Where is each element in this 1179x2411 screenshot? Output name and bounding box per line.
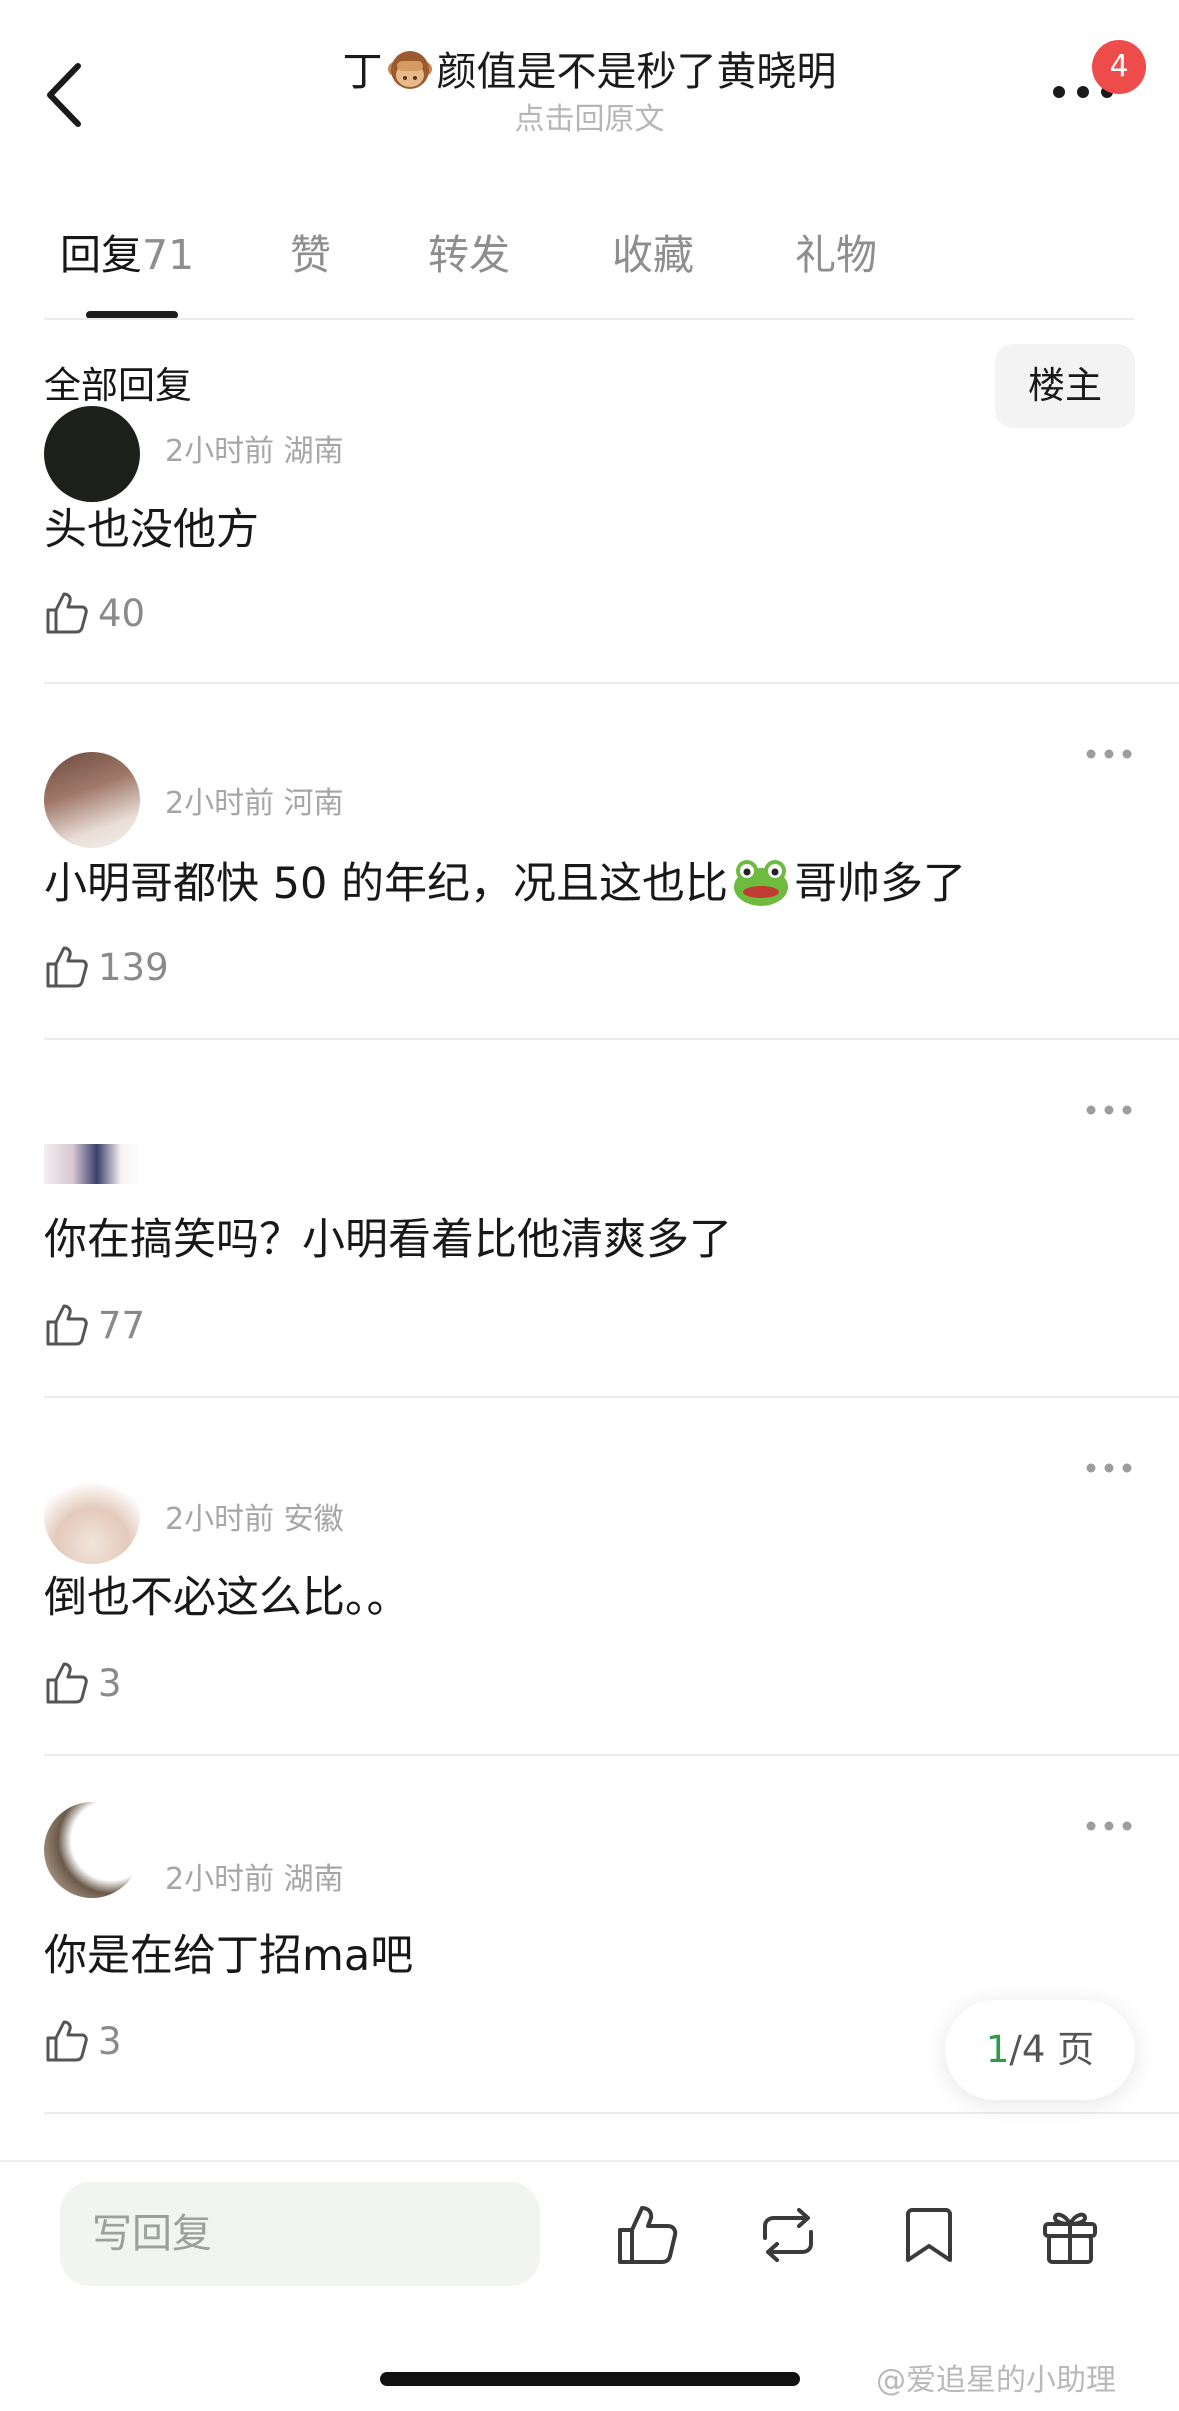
comment-item: 2小时前 湖南 头也没他方 40	[0, 406, 1179, 680]
tab-reposts[interactable]: 转发	[428, 220, 510, 290]
comment-more-button[interactable]	[1085, 1100, 1133, 1120]
avatar[interactable]	[44, 1468, 140, 1564]
comment-more-button[interactable]	[1085, 1816, 1133, 1836]
back-to-original-link[interactable]: 点击回原文	[0, 100, 1179, 140]
thumbs-up-icon	[46, 946, 88, 988]
tab-replies[interactable]: 回复71	[60, 220, 194, 290]
home-indicator[interactable]	[380, 2372, 800, 2386]
watermark: @爱追星的小助理	[876, 2363, 1116, 2398]
comment-like-button[interactable]: 3	[44, 2012, 164, 2072]
post-title[interactable]: 丁 颜值是不是秒了黄晓明	[0, 44, 1179, 100]
more-dots-icon	[1086, 749, 1132, 759]
tab-gifts[interactable]: 礼物	[795, 220, 877, 290]
tab-label: 回复	[60, 231, 142, 279]
comment-meta: 2小时前 湖南	[165, 1862, 344, 1897]
title-prefix: 丁	[342, 49, 383, 95]
owner-only-button[interactable]: 楼主	[995, 344, 1135, 428]
comment-like-button[interactable]: 3	[44, 1654, 164, 1714]
thumbs-up-icon	[46, 592, 88, 634]
thumbs-up-icon	[46, 1662, 88, 1704]
thumbs-up-icon	[46, 2020, 88, 2062]
comment-meta: 2小时前 安徽	[165, 1502, 344, 1537]
thumbs-up-icon	[46, 1304, 88, 1346]
page-indicator[interactable]: 1/4 页	[945, 2000, 1135, 2100]
total-pages: /4 页	[1009, 2028, 1095, 2071]
comment-meta: 2小时前 湖南	[165, 434, 344, 469]
tab-favorites[interactable]: 收藏	[612, 220, 694, 290]
avatar[interactable]	[44, 406, 140, 502]
comment-text: 头也没他方	[44, 505, 259, 555]
more-dots-icon	[1086, 1463, 1132, 1473]
comment-like-button[interactable]: 139	[44, 938, 204, 998]
comment-like-button[interactable]: 40	[44, 584, 184, 644]
like-count: 40	[98, 592, 146, 635]
comment-text-part: 哥帅多了	[794, 859, 967, 909]
like-count: 139	[98, 946, 169, 989]
gift-button[interactable]	[1035, 2200, 1105, 2270]
bookmark-button[interactable]	[894, 2200, 964, 2270]
repost-button[interactable]	[753, 2200, 823, 2270]
see-no-evil-monkey-emoji-icon	[387, 47, 433, 93]
like-count: 3	[98, 1662, 122, 1705]
comment-meta: 2小时前 河南	[165, 786, 344, 821]
title-text: 颜值是不是秒了黄晓明	[436, 49, 837, 95]
more-dots-icon	[1086, 1105, 1132, 1115]
frog-emoji-icon	[732, 856, 790, 908]
reply-input[interactable]: 写回复	[60, 2182, 540, 2286]
comment-text: 你在搞笑吗？小明看着比他清爽多了	[44, 1215, 732, 1265]
avatar[interactable]	[44, 752, 140, 848]
comment-text-part: 小明哥都快 50 的年纪，况且这也比	[44, 859, 729, 909]
like-button[interactable]	[612, 2200, 682, 2270]
tab-likes[interactable]: 赞	[290, 220, 331, 290]
comment-text: 小明哥都快 50 的年纪，况且这也比 哥帅多了	[44, 854, 966, 914]
current-page: 1	[985, 2028, 1010, 2071]
more-dots-icon	[1086, 1821, 1132, 1831]
repost-icon	[763, 2208, 813, 2262]
comment-item: 2小时前 安徽 倒也不必这么比。。 3	[0, 1398, 1179, 1754]
comment-item: 2小时前 河南 小明哥都快 50 的年纪，况且这也比 哥帅多了 139	[0, 684, 1179, 1038]
comment-divider	[44, 2112, 1179, 2114]
like-count: 77	[98, 1304, 146, 1347]
tabs-divider	[44, 318, 1134, 320]
bookmark-icon	[906, 2208, 952, 2262]
comment-text: 你是在给丁招ma吧	[44, 1931, 414, 1981]
comment-like-button[interactable]: 77	[44, 1296, 184, 1356]
like-icon	[618, 2206, 678, 2264]
comment-item: 你在搞笑吗？小明看着比他清爽多了 77	[0, 1040, 1179, 1396]
comment-more-button[interactable]	[1085, 1458, 1133, 1478]
gift-icon	[1043, 2212, 1097, 2264]
all-replies-label[interactable]: 全部回复	[44, 360, 192, 412]
avatar[interactable]	[44, 1802, 140, 1898]
comment-more-button[interactable]	[1085, 744, 1133, 764]
tab-bar: 回复71 赞 转发 收藏 礼物	[0, 220, 1179, 320]
avatar[interactable]	[44, 1144, 140, 1184]
comment-text: 倒也不必这么比。。	[44, 1573, 410, 1623]
like-count: 3	[98, 2020, 122, 2063]
notification-badge: 4	[1092, 40, 1146, 94]
reply-count: 71	[142, 231, 195, 279]
